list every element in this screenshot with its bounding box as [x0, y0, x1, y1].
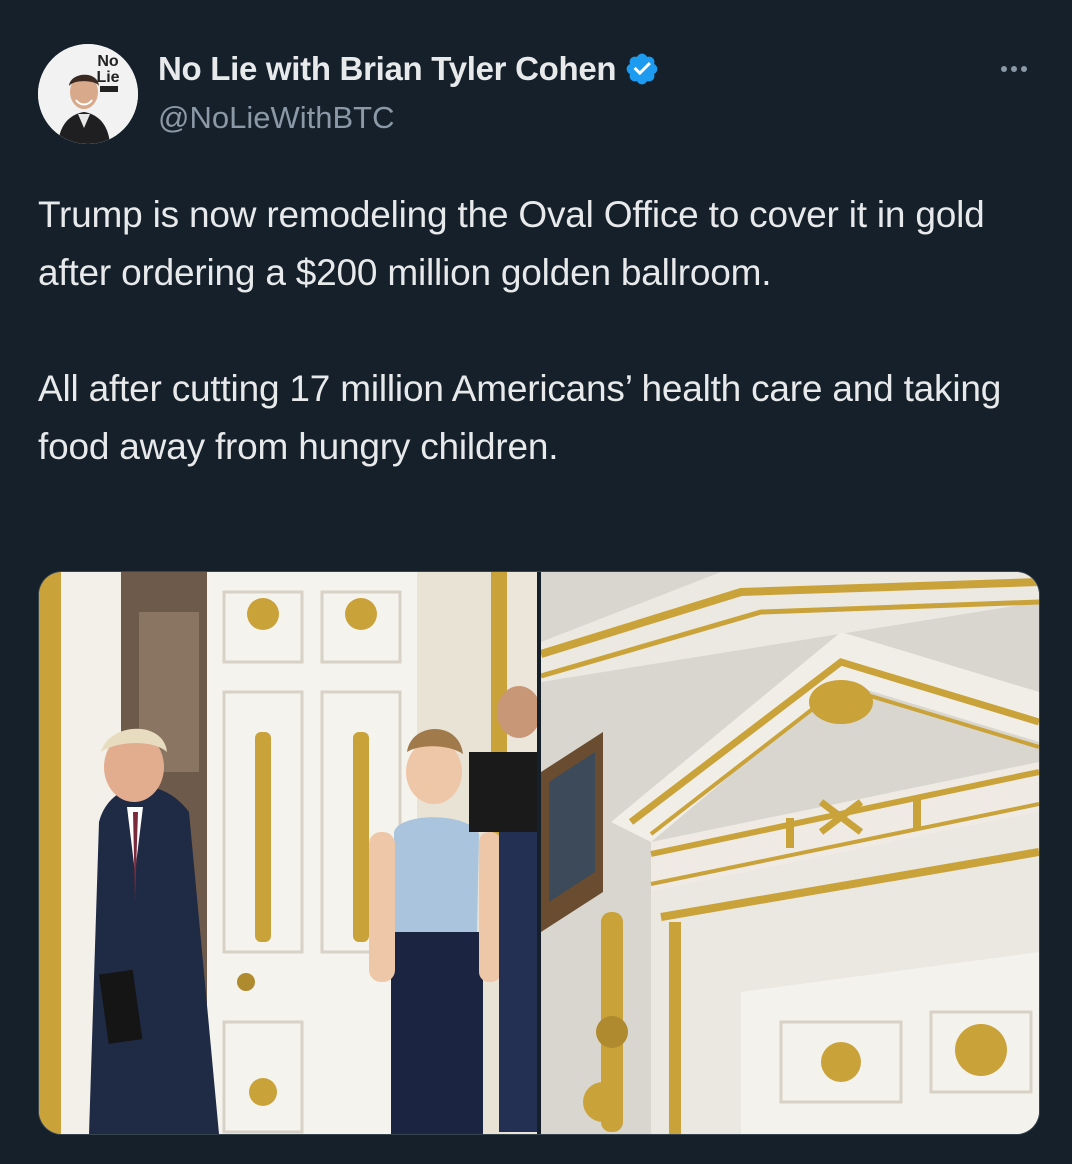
media-photo-molding[interactable]: [541, 572, 1039, 1134]
tweet-text: Trump is now remodeling the Oval Office …: [38, 186, 1038, 476]
svg-text:Lie: Lie: [96, 69, 119, 86]
media-photo-door[interactable]: [39, 572, 537, 1134]
tweet-media: [38, 571, 1040, 1135]
more-options-icon[interactable]: [992, 56, 1036, 82]
author-name-row: No Lie with Brian Tyler Cohen: [158, 50, 660, 88]
svg-text:No: No: [97, 53, 119, 70]
tweet-paragraph: Trump is now remodeling the Oval Office …: [38, 194, 985, 293]
author-display-name[interactable]: No Lie with Brian Tyler Cohen: [158, 50, 617, 88]
avatar-image: No Lie: [38, 44, 138, 144]
author-avatar[interactable]: No Lie: [38, 44, 138, 144]
tweet: No Lie No Lie with Brian Tyler Cohen @No…: [0, 0, 1072, 1164]
tweet-paragraph: All after cutting 17 million Americans’ …: [38, 368, 1002, 467]
verified-badge-icon: [624, 51, 660, 87]
author-handle[interactable]: @NoLieWithBTC: [158, 100, 394, 136]
